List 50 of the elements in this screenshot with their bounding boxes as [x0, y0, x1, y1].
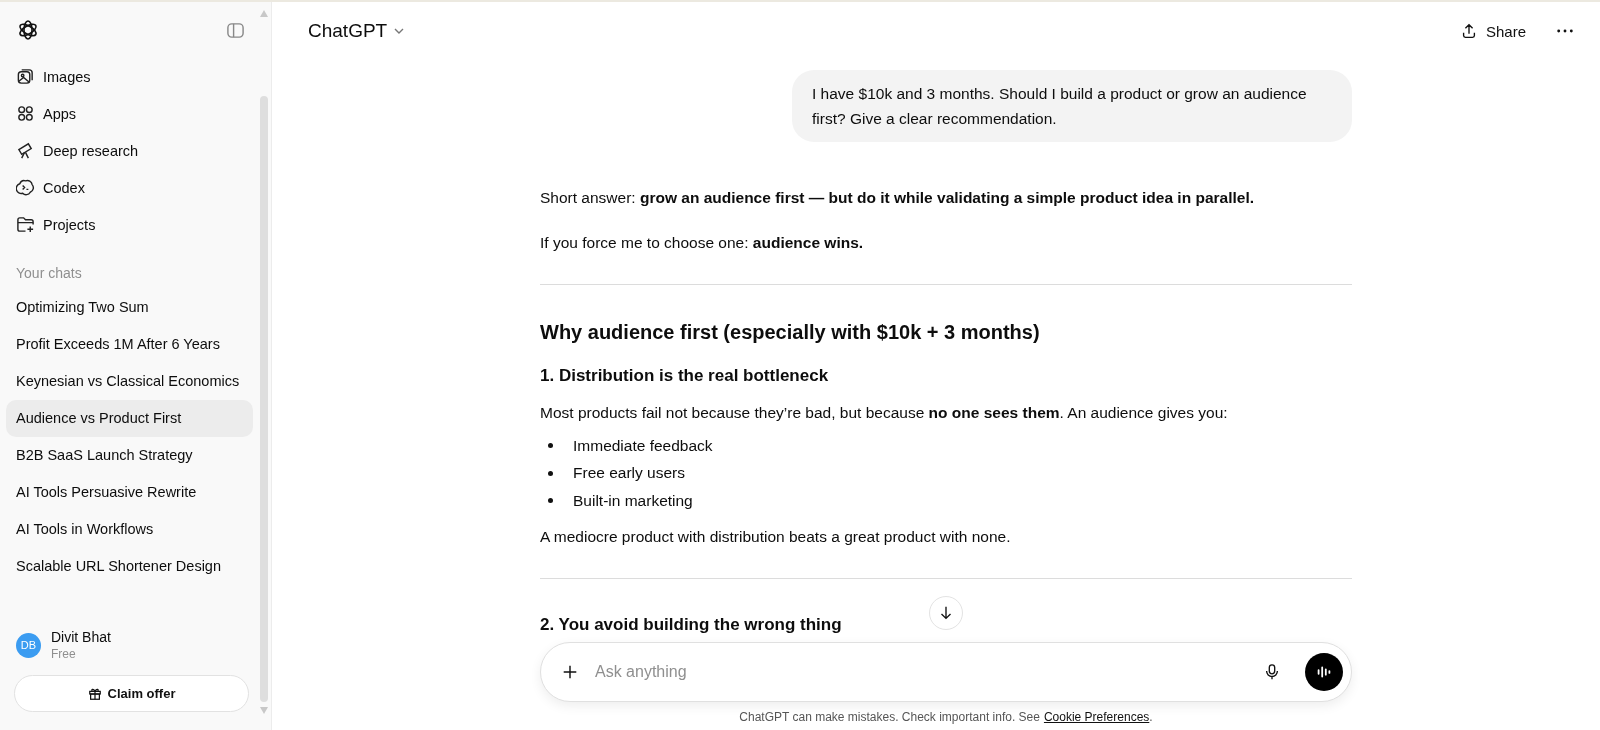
paragraph: A mediocre product with distribution beats a great product with none. — [540, 526, 1012, 547]
nav-item[interactable]: Apps — [6, 95, 253, 132]
chat-item[interactable]: Scalable URL Shortener Design — [6, 548, 253, 585]
message-input[interactable]: Ask anything — [593, 662, 1249, 682]
user-name: Divit Bhat — [51, 629, 111, 645]
list-item: Built-in marketing — [573, 490, 693, 511]
voice-button[interactable] — [1305, 653, 1343, 691]
gift-icon — [87, 686, 102, 701]
chat-item[interactable]: AI Tools in Workflows — [6, 511, 253, 548]
nav-item[interactable]: Projects — [6, 206, 253, 243]
apps-icon — [16, 104, 35, 123]
chat-item[interactable]: B2B SaaS Launch Strategy — [6, 437, 253, 474]
list-item: Free early users — [573, 463, 685, 484]
list-item: Immediate feedback — [573, 435, 713, 456]
nav-item[interactable]: Codex — [6, 169, 253, 206]
paragraph: Most products fail not because they’re bad, but because no one sees them. An audience gives you: — [540, 403, 1229, 423]
nav-item[interactable]: Images — [6, 58, 253, 95]
chat-item[interactable]: AI Tools Persuasive Rewrite — [6, 474, 253, 511]
user-plan: Free — [51, 647, 77, 661]
folder-plus-icon — [16, 215, 35, 234]
scroll-down-button[interactable] — [929, 596, 963, 630]
plus-icon[interactable] — [561, 663, 579, 681]
user-message: I have $10k and 3 months. Should I build a product or grow an audience first? Give a clear recommendation. — [792, 70, 1352, 142]
microphone-icon[interactable] — [1263, 663, 1281, 681]
chat-item[interactable]: Audience vs Product First — [6, 400, 253, 437]
bullet-icon — [548, 443, 553, 449]
model-selector[interactable]: ChatGPT — [308, 20, 406, 42]
bullet-icon — [548, 470, 553, 476]
claim-offer-button[interactable]: Claim offer — [14, 675, 249, 712]
chat-item[interactable]: Optimizing Two Sum — [6, 289, 253, 326]
subheading: 2. You avoid building the wrong thing — [540, 613, 842, 636]
more-icon[interactable] — [1556, 28, 1574, 34]
paragraph: If you force me to choose one: audience wins. — [540, 233, 865, 253]
disclaimer-text: ChatGPT can make mistakes. Check important info. See — [739, 710, 1040, 724]
chat-item[interactable]: Keynesian vs Classical Economics — [6, 363, 253, 400]
composer-field[interactable]: Ask anything — [540, 642, 1352, 702]
nav-item[interactable]: Deep research — [6, 132, 253, 169]
bullet-icon — [548, 498, 553, 504]
telescope-icon — [16, 141, 35, 160]
section-heading: Why audience first (especially with $10k + 3 months) — [540, 320, 1041, 345]
sidebar-toggle-icon[interactable] — [226, 20, 245, 40]
logo-icon[interactable] — [16, 18, 40, 42]
terminal-icon — [16, 178, 35, 197]
period-text: . — [1149, 710, 1153, 724]
subheading: 1. Distribution is the real bottleneck — [540, 365, 829, 387]
share-button[interactable]: Share — [1455, 18, 1530, 44]
paragraph: Short answer: grow an audience first — but do it while validating a simple product idea in parallel. — [540, 188, 1255, 208]
chat-item[interactable]: Profit Exceeds 1M After 6 Years — [6, 326, 253, 363]
section-title: Your chats — [15, 264, 83, 283]
images-icon — [16, 67, 35, 86]
